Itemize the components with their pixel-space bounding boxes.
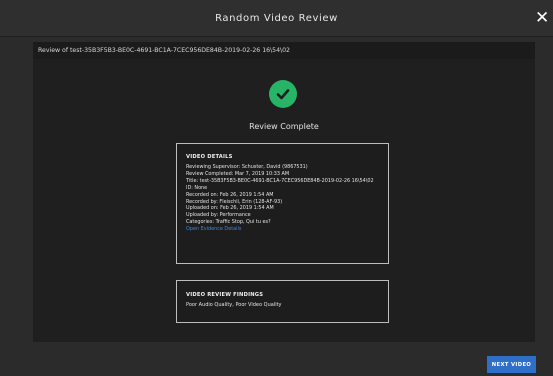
title-bar: Random Video Review ✕ [0,0,553,36]
detail-recorded-on: Recorded on: Feb 26, 2019 1:54 AM [186,191,274,198]
next-video-button[interactable]: NEXT VIDEO [487,356,536,373]
review-file-title: Review of test-35B3F5B3-BE0C-4691-BC1A-7… [38,47,290,54]
checkmark-icon [276,89,290,100]
video-review-findings-card: VIDEO REVIEW FINDINGS Poor Audio Quality… [176,280,389,323]
findings-heading: VIDEO REVIEW FINDINGS [186,292,264,298]
detail-uploaded-on: Uploaded on: Feb 26, 2019 1:54 AM [186,205,274,212]
detail-reviewing-supervisor: Reviewing Supervisor: Schuster, David (9… [186,164,308,170]
detail-recorded-by: Recorded by: Fleischli, Erin (128-AF-93) [186,198,283,205]
detail-review-completed: Review Completed: Mar 7, 2019 10:33 AM [186,170,290,177]
video-details-card: VIDEO DETAILS Reviewing Supervisor: Schu… [176,143,389,264]
divider [0,36,553,37]
file-bar: Review of test-35B3F5B3-BE0C-4691-BC1A-7… [33,42,535,59]
detail-categories: Categories: Traffic Stop, Qui tu es? [186,219,271,226]
findings-text: Poor Audio Quality, Poor Video Quality [186,302,282,308]
video-details-heading: VIDEO DETAILS [186,154,233,160]
window-title: Random Video Review [215,12,338,24]
check-circle-icon [269,80,297,108]
detail-uploaded-by: Uploaded by: Performance [186,212,251,219]
close-icon[interactable]: ✕ [535,9,549,27]
detail-title: Title: test-35B3F5B3-BE0C-4691-BC1A-7CEC… [186,177,374,184]
review-status: Review Complete [249,122,319,131]
open-evidence-details-link[interactable]: Open Evidence Details [186,226,388,233]
detail-id: ID: None [186,184,208,191]
main-panel: Review Complete VIDEO DETAILS Reviewing … [33,59,535,342]
